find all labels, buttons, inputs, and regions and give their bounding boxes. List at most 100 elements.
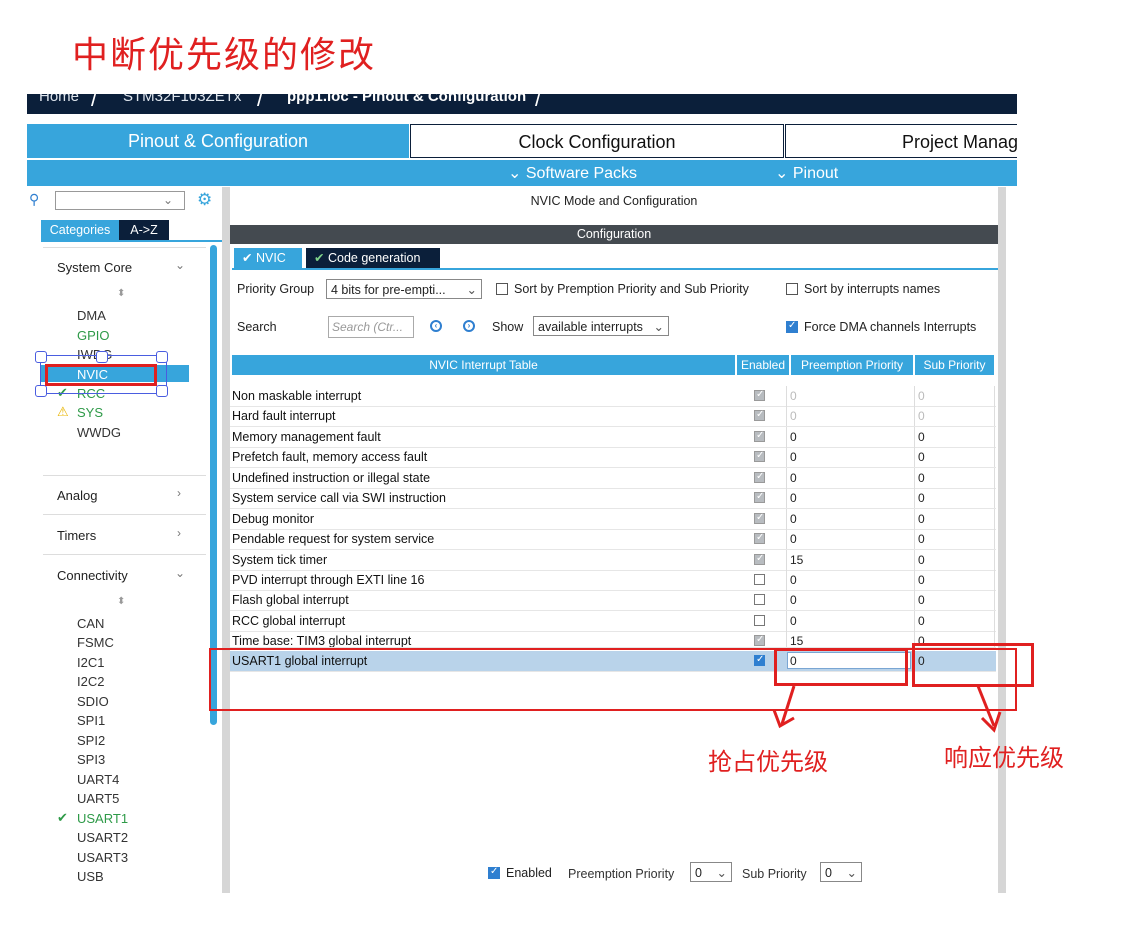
tab-a-z[interactable]: A->Z <box>119 220 169 240</box>
sort-icon[interactable]: ⬍ <box>117 288 125 299</box>
previous-icon[interactable]: ‹ <box>430 320 442 332</box>
next-icon[interactable]: › <box>463 320 475 332</box>
breadcrumb-file[interactable]: ppp1.ioc - Pinout & Configuration <box>287 94 526 105</box>
category-connectivity[interactable]: Connectivity <box>57 568 128 583</box>
preemption-value[interactable]: 0 <box>790 430 797 444</box>
chevron-right-icon[interactable]: › <box>177 526 181 540</box>
right-splitter[interactable] <box>998 187 1006 893</box>
sidebar-item-wwdg[interactable]: WWDG <box>77 425 121 440</box>
bottom-sub-select[interactable]: 0 ⌄ <box>820 862 862 882</box>
table-header-enabled[interactable]: Enabled <box>737 355 789 375</box>
sort-names-checkbox[interactable]: Sort by interrupts names <box>786 282 940 296</box>
enabled-checkbox[interactable] <box>754 615 765 626</box>
sidebar-item-uart5[interactable]: UART5 <box>77 791 119 806</box>
sub-value[interactable]: 0 <box>918 512 925 526</box>
sidebar-item-i2c1[interactable]: I2C1 <box>77 655 104 670</box>
priority-group-select[interactable]: 4 bits for pre-empti... ⌄ <box>326 279 482 299</box>
table-row[interactable]: System service call via SWI instruction 0… <box>230 488 996 509</box>
sidebar-item-usart2[interactable]: USART2 <box>77 830 128 845</box>
preemption-value[interactable]: 0 <box>790 573 797 587</box>
category-system-core[interactable]: System Core <box>57 260 132 275</box>
tab-code-generation[interactable]: ✔ Code generation <box>306 248 440 268</box>
table-row[interactable]: Flash global interrupt 0 0 <box>230 590 996 611</box>
checkbox-checked[interactable] <box>488 866 500 879</box>
sub-value[interactable]: 0 <box>918 553 925 567</box>
enabled-checkbox[interactable] <box>754 594 765 605</box>
sidebar-item-dma[interactable]: DMA <box>77 308 106 323</box>
table-row[interactable]: Pendable request for system service 0 0 <box>230 529 996 550</box>
preemption-value[interactable]: 0 <box>790 593 797 607</box>
enabled-checkbox[interactable] <box>754 574 765 585</box>
sidebar-item-gpio[interactable]: GPIO <box>77 328 110 343</box>
preemption-value[interactable]: 0 <box>790 532 797 546</box>
table-row[interactable]: Time base: TIM3 global interrupt150 <box>230 631 996 648</box>
sub-value[interactable]: 0 <box>918 430 925 444</box>
tab-project-manager[interactable]: Project Manag <box>785 124 1017 158</box>
chevron-down-icon[interactable]: ⌄ <box>175 258 185 272</box>
sidebar-item-sdio[interactable]: SDIO <box>77 694 109 709</box>
category-timers[interactable]: Timers <box>57 528 96 543</box>
chevron-down-icon[interactable]: ⌄ <box>163 193 173 207</box>
preemption-value[interactable]: 0 <box>790 614 797 628</box>
checkbox-checked[interactable] <box>786 320 798 333</box>
sidebar-item-usart3[interactable]: USART3 <box>77 850 128 865</box>
checkbox[interactable] <box>496 283 508 295</box>
preemption-value[interactable]: 0 <box>790 471 797 485</box>
sidebar-item-spi1[interactable]: SPI1 <box>77 713 105 728</box>
sidebar-item-spi3[interactable]: SPI3 <box>77 752 105 767</box>
sub-value[interactable]: 0 <box>918 532 925 546</box>
table-row[interactable]: Hard fault interrupt 0 0 <box>230 406 996 427</box>
sidebar-item-fsmc[interactable]: FSMC <box>77 635 114 650</box>
table-row[interactable]: Debug monitor 0 0 <box>230 509 996 530</box>
tab-pinout-configuration[interactable]: Pinout & Configuration <box>27 124 409 158</box>
sort-premption-checkbox[interactable]: Sort by Premption Priority and Sub Prior… <box>496 282 749 296</box>
sub-value[interactable]: 0 <box>918 573 925 587</box>
tab-nvic[interactable]: ✔ NVIC <box>234 248 302 268</box>
sidebar-item-sys[interactable]: SYS <box>77 405 103 420</box>
show-select[interactable]: available interrupts ⌄ <box>533 316 669 336</box>
bottom-enabled-checkbox[interactable]: Enabled <box>488 866 552 880</box>
table-header-preemption[interactable]: Preemption Priority <box>791 355 913 375</box>
sidebar-item-usart1[interactable]: USART1 <box>77 811 128 826</box>
bottom-preemption-select[interactable]: 0 ⌄ <box>690 862 732 882</box>
gear-icon[interactable]: ⚙ <box>197 190 212 210</box>
search-input[interactable]: Search (Ctr... <box>328 316 414 338</box>
checkbox[interactable] <box>786 283 798 295</box>
table-row[interactable]: System tick timer 15 0 <box>230 550 996 571</box>
force-dma-checkbox[interactable]: Force DMA channels Interrupts <box>786 320 976 334</box>
sidebar-item-can[interactable]: CAN <box>77 616 104 631</box>
sort-icon[interactable]: ⬍ <box>117 596 125 607</box>
table-row[interactable]: RCC global interrupt 0 0 <box>230 611 996 632</box>
sidebar-item-uart4[interactable]: UART4 <box>77 772 119 787</box>
sidebar-item-i2c2[interactable]: I2C2 <box>77 674 104 689</box>
sidebar-item-spi2[interactable]: SPI2 <box>77 733 105 748</box>
sub-value[interactable]: 0 <box>918 491 925 505</box>
table-row[interactable]: Prefetch fault, memory access fault 0 0 <box>230 447 996 468</box>
breadcrumb-home[interactable]: Home <box>39 94 79 105</box>
chevron-down-icon[interactable]: ⌄ <box>175 566 185 580</box>
software-packs-menu[interactable]: ⌄ Software Packs <box>508 163 637 183</box>
sidebar-item-usb[interactable]: USB <box>77 869 104 884</box>
preemption-value[interactable]: 0 <box>790 491 797 505</box>
preemption-value[interactable]: 0 <box>790 512 797 526</box>
splitter[interactable] <box>222 187 230 893</box>
pinout-menu[interactable]: ⌄ Pinout <box>775 163 838 183</box>
table-row[interactable]: Memory management fault 0 0 <box>230 427 996 448</box>
preemption-value[interactable]: 15 <box>790 634 803 647</box>
preemption-value[interactable]: 0 <box>790 450 797 464</box>
chevron-right-icon[interactable]: › <box>177 486 181 500</box>
preemption-value[interactable]: 15 <box>790 553 803 567</box>
category-analog[interactable]: Analog <box>57 488 97 503</box>
table-row[interactable]: PVD interrupt through EXTI line 16 0 0 <box>230 570 996 591</box>
breadcrumb-chip[interactable]: STM32F103ZETx <box>123 94 241 105</box>
table-header-sub[interactable]: Sub Priority <box>915 355 994 375</box>
sub-value[interactable]: 0 <box>918 471 925 485</box>
table-header-name[interactable]: NVIC Interrupt Table <box>232 355 735 375</box>
sub-value[interactable]: 0 <box>918 593 925 607</box>
tab-categories[interactable]: Categories <box>41 220 119 240</box>
tab-clock-configuration[interactable]: Clock Configuration <box>410 124 784 158</box>
sub-value[interactable]: 0 <box>918 450 925 464</box>
table-row[interactable]: Non maskable interrupt 0 0 <box>230 386 996 407</box>
table-row[interactable]: Undefined instruction or illegal state 0 0 <box>230 468 996 489</box>
sub-value[interactable]: 0 <box>918 614 925 628</box>
